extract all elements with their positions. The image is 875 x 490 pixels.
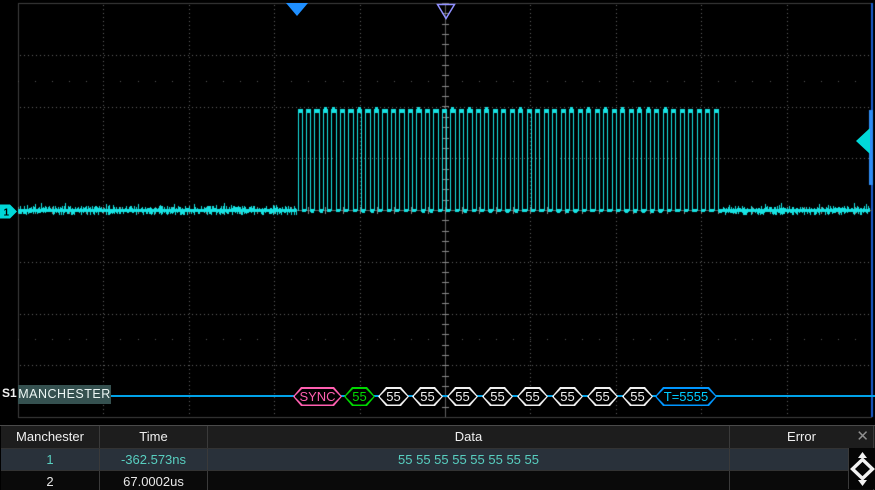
diamond-nav-icon <box>850 452 875 486</box>
table-header-manchester: Manchester <box>1 426 100 448</box>
decode-frame-label: 55 <box>447 387 478 406</box>
decode-frame-box: 55 <box>552 387 583 406</box>
decode-frame-box: 55 <box>412 387 443 406</box>
decode-frame-label: 55 <box>344 387 375 406</box>
table-header-error: Error <box>730 426 874 448</box>
table-header-time: Time <box>100 426 208 448</box>
table-row[interactable]: 267.0002us <box>1 471 875 490</box>
decode-frame-label: 55 <box>552 387 583 406</box>
close-icon[interactable]: ✕ <box>856 428 869 446</box>
table-cell <box>208 471 730 490</box>
decode-frame-label: SYNC <box>293 387 342 406</box>
decode-bus-lane: S1 MANCHESTER SYNC555555555555555555T=55… <box>0 0 875 425</box>
decode-frame-label: 55 <box>482 387 513 406</box>
decode-frame-box: 55 <box>622 387 653 406</box>
decode-frame-box: T=5555 <box>655 387 717 406</box>
decode-frame-label: 55 <box>517 387 548 406</box>
table-header-row: ManchesterTimeDataError <box>1 426 875 449</box>
table-cell: 2 <box>1 471 100 490</box>
decode-frame-box: SYNC <box>293 387 342 406</box>
decode-protocol-label[interactable]: MANCHESTER <box>18 385 111 404</box>
table-row[interactable]: 1-362.573ns55 55 55 55 55 55 55 55 <box>1 449 875 471</box>
decode-frame-label: 55 <box>412 387 443 406</box>
decode-result-table: ManchesterTimeDataError 1-362.573ns55 55… <box>0 425 875 490</box>
table-header-data: Data <box>208 426 730 448</box>
oscilloscope-screen: 1 S1 MANCHESTER SYNC555555555555555555T=… <box>0 0 875 490</box>
table-cell: 67.0002us <box>100 471 208 490</box>
table-cell: 55 55 55 55 55 55 55 55 <box>208 449 730 470</box>
decode-frame-box: 55 <box>587 387 618 406</box>
decode-frame-label: 55 <box>622 387 653 406</box>
decode-frame-box: 55 <box>447 387 478 406</box>
table-cell: 1 <box>1 449 100 470</box>
decode-source-label: S1 <box>2 386 17 400</box>
decode-frame-label: 55 <box>587 387 618 406</box>
table-cell: -362.573ns <box>100 449 208 470</box>
decode-frame-label: 55 <box>378 387 409 406</box>
decode-frame-box: 55 <box>482 387 513 406</box>
decode-frame-box: 55 <box>517 387 548 406</box>
decode-frame-label: T=5555 <box>655 387 717 406</box>
decode-frame-box: 55 <box>344 387 375 406</box>
scroll-diamond-widget[interactable] <box>848 448 875 489</box>
decode-frame-box: 55 <box>378 387 409 406</box>
